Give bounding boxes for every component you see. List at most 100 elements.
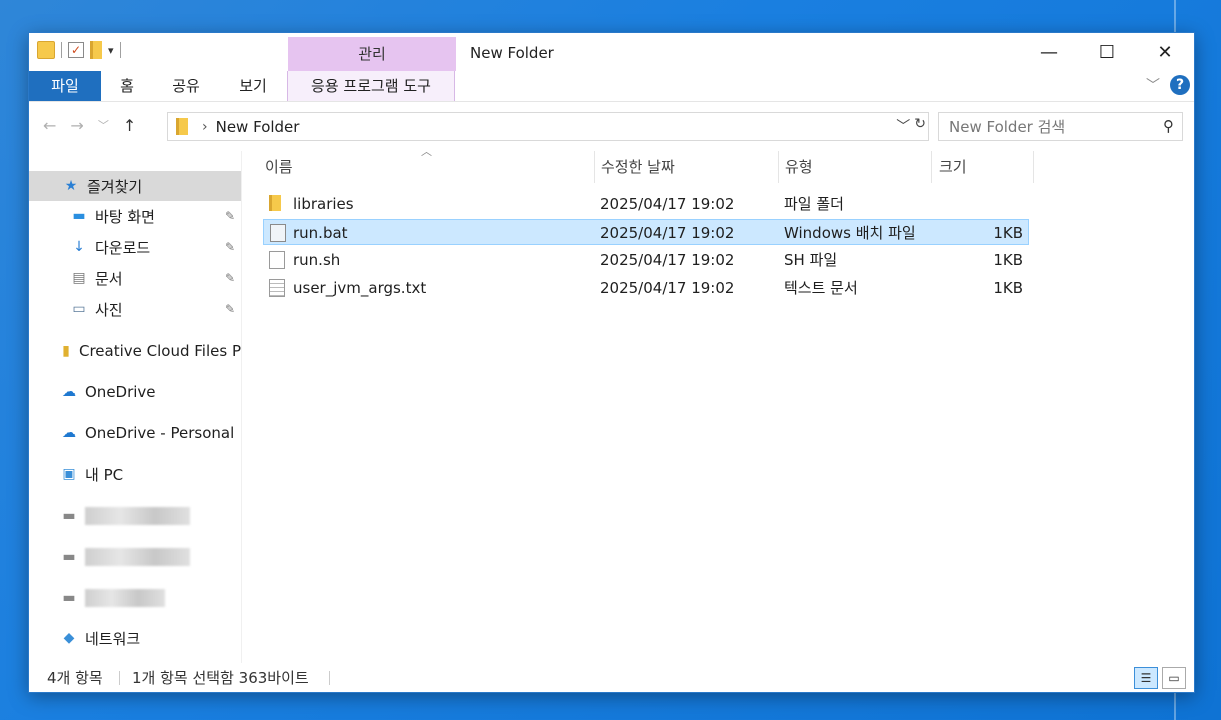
help-icon[interactable]: ?: [1170, 75, 1190, 95]
expand-ribbon-chevron-icon[interactable]: ﹀: [1146, 75, 1160, 95]
file-size: 1KB: [993, 224, 1023, 242]
breadcrumb-new-folder[interactable]: New Folder: [216, 118, 300, 136]
large-icons-view-icon[interactable]: ▭: [1162, 667, 1186, 689]
file-type: 파일 폴더: [784, 195, 844, 213]
address-bar-row: ← → ﹀ ↑ › New Folder ﹀ ↻ New Folder 검색 ⚲: [29, 101, 1194, 151]
pane-divider[interactable]: [241, 151, 242, 663]
file-date: 2025/04/17 19:02: [600, 279, 735, 297]
column-header-name[interactable]: 이름: [265, 151, 585, 183]
nav-desktop-label: 바탕 화면: [95, 207, 155, 226]
context-tab-group-label: 관리: [288, 37, 456, 71]
file-date: 2025/04/17 19:02: [600, 251, 735, 269]
pin-icon[interactable]: ✎: [225, 302, 235, 316]
maximize-button[interactable]: ☐: [1078, 33, 1136, 71]
title-bar: ✓ ▾ 관리 New Folder — ☐ ✕: [29, 33, 1194, 71]
nav-network[interactable]: ◆ 네트워크: [29, 623, 241, 653]
folder-icon: [176, 118, 188, 135]
star-icon: ★: [64, 178, 78, 194]
pictures-icon: ▭: [72, 301, 86, 317]
nav-quick-access-label: 즐겨찾기: [87, 177, 143, 196]
table-row[interactable]: libraries 2025/04/17 19:02 파일 폴더: [263, 191, 1029, 217]
file-size: 1KB: [993, 251, 1023, 269]
back-arrow-icon[interactable]: ←: [43, 116, 56, 136]
status-bar: 4개 항목 1개 항목 선택함 363바이트 ☰ ▭: [29, 663, 1194, 693]
file-date: 2025/04/17 19:02: [600, 195, 735, 213]
column-resize-handle[interactable]: [1033, 151, 1034, 183]
tab-file[interactable]: 파일: [29, 71, 101, 101]
tab-application-tools[interactable]: 응용 프로그램 도구: [287, 71, 455, 101]
tab-view[interactable]: 보기: [219, 71, 287, 101]
column-resize-handle[interactable]: [594, 151, 595, 183]
tab-home[interactable]: 홈: [101, 71, 153, 101]
window-title: New Folder: [470, 44, 554, 62]
customize-toolbar-dropdown-icon[interactable]: ▾: [108, 44, 114, 57]
navigation-buttons: ← → ﹀ ↑: [43, 116, 136, 136]
batch-file-icon: [270, 224, 286, 242]
pin-icon[interactable]: ✎: [225, 240, 235, 254]
column-header-type[interactable]: 유형: [785, 151, 930, 183]
column-header-size[interactable]: 크기: [939, 151, 1029, 183]
nav-drive-3[interactable]: ▬: [29, 583, 241, 613]
address-field[interactable]: › New Folder ﹀ ↻: [167, 112, 929, 141]
download-icon: ↓: [73, 239, 85, 255]
search-input[interactable]: New Folder 검색 ⚲: [938, 112, 1183, 141]
drive-icon: ▬: [62, 590, 76, 606]
file-type: Windows 배치 파일: [784, 224, 916, 242]
nav-creative-cloud-label: Creative Cloud Files P: [79, 342, 241, 360]
up-arrow-icon[interactable]: ↑: [123, 116, 136, 136]
file-name: libraries: [293, 195, 354, 213]
close-button[interactable]: ✕: [1136, 33, 1194, 71]
column-header-date[interactable]: 수정한 날짜: [601, 151, 771, 183]
new-folder-icon[interactable]: [90, 41, 102, 59]
nav-documents[interactable]: ▤ 문서 ✎: [29, 263, 241, 293]
column-resize-handle[interactable]: [931, 151, 932, 183]
column-resize-handle[interactable]: [778, 151, 779, 183]
nav-onedrive-personal[interactable]: ☁ OneDrive - Personal: [29, 418, 241, 448]
file-size: [943, 191, 1023, 217]
nav-downloads[interactable]: ↓ 다운로드 ✎: [29, 232, 241, 262]
nav-quick-access[interactable]: ★ 즐겨찾기: [29, 171, 241, 201]
network-icon: ◆: [63, 630, 75, 646]
recent-locations-chevron-icon[interactable]: ﹀: [98, 116, 109, 136]
details-view-icon[interactable]: ☰: [1134, 667, 1158, 689]
tab-share[interactable]: 공유: [153, 71, 219, 101]
navigation-pane: ★ 즐겨찾기 ▬ 바탕 화면 ✎ ↓ 다운로드 ✎ ▤ 문서 ✎ ▭ 사진 ✎ …: [29, 151, 241, 663]
pin-icon[interactable]: ✎: [225, 209, 235, 223]
refresh-icon[interactable]: ↻: [914, 116, 926, 136]
forward-arrow-icon[interactable]: →: [70, 116, 83, 136]
search-placeholder: New Folder 검색: [949, 118, 1066, 136]
search-icon[interactable]: ⚲: [1163, 117, 1174, 135]
folder-icon: [37, 41, 55, 59]
breadcrumb-separator-icon[interactable]: ›: [202, 119, 208, 135]
nav-desktop[interactable]: ▬ 바탕 화면 ✎: [29, 201, 241, 231]
nav-downloads-label: 다운로드: [95, 238, 151, 257]
properties-icon[interactable]: ✓: [68, 42, 84, 58]
file-type: SH 파일: [784, 251, 838, 269]
nav-onedrive[interactable]: ☁ OneDrive: [29, 377, 241, 407]
pin-icon[interactable]: ✎: [225, 271, 235, 285]
file-explorer-window: ✓ ▾ 관리 New Folder — ☐ ✕ 파일 홈 공유 보기 응용 프로…: [28, 32, 1195, 693]
minimize-button[interactable]: —: [1020, 33, 1078, 71]
nav-pictures[interactable]: ▭ 사진 ✎: [29, 294, 241, 324]
nav-documents-label: 문서: [95, 269, 123, 288]
table-row[interactable]: run.sh 2025/04/17 19:02 SH 파일 1KB: [263, 247, 1029, 273]
nav-onedrive-label: OneDrive: [85, 383, 156, 401]
nav-drive-2[interactable]: ▬: [29, 542, 241, 572]
redacted-drive-label: [85, 589, 165, 607]
redacted-drive-label: [85, 507, 190, 525]
nav-onedrive-personal-label: OneDrive - Personal: [85, 424, 235, 442]
drive-icon: ▬: [62, 549, 76, 565]
table-row[interactable]: user_jvm_args.txt 2025/04/17 19:02 텍스트 문…: [263, 275, 1029, 301]
file-list: ︿ 이름 수정한 날짜 유형 크기 libraries 2025/04/17 1…: [249, 145, 1189, 663]
documents-icon: ▤: [72, 270, 86, 286]
nav-drive-1[interactable]: ▬: [29, 501, 241, 531]
table-row[interactable]: run.bat 2025/04/17 19:02 Windows 배치 파일 1…: [263, 219, 1029, 245]
nav-this-pc[interactable]: ▣ 내 PC: [29, 459, 241, 489]
file-date: 2025/04/17 19:02: [600, 224, 735, 242]
redacted-drive-label: [85, 548, 190, 566]
window-controls: — ☐ ✕: [1020, 33, 1194, 71]
folder-icon: ▮: [62, 343, 70, 359]
nav-creative-cloud[interactable]: ▮ Creative Cloud Files P: [29, 336, 241, 366]
address-dropdown-chevron-icon[interactable]: ﹀: [896, 116, 910, 136]
cloud-icon: ☁: [62, 384, 76, 400]
